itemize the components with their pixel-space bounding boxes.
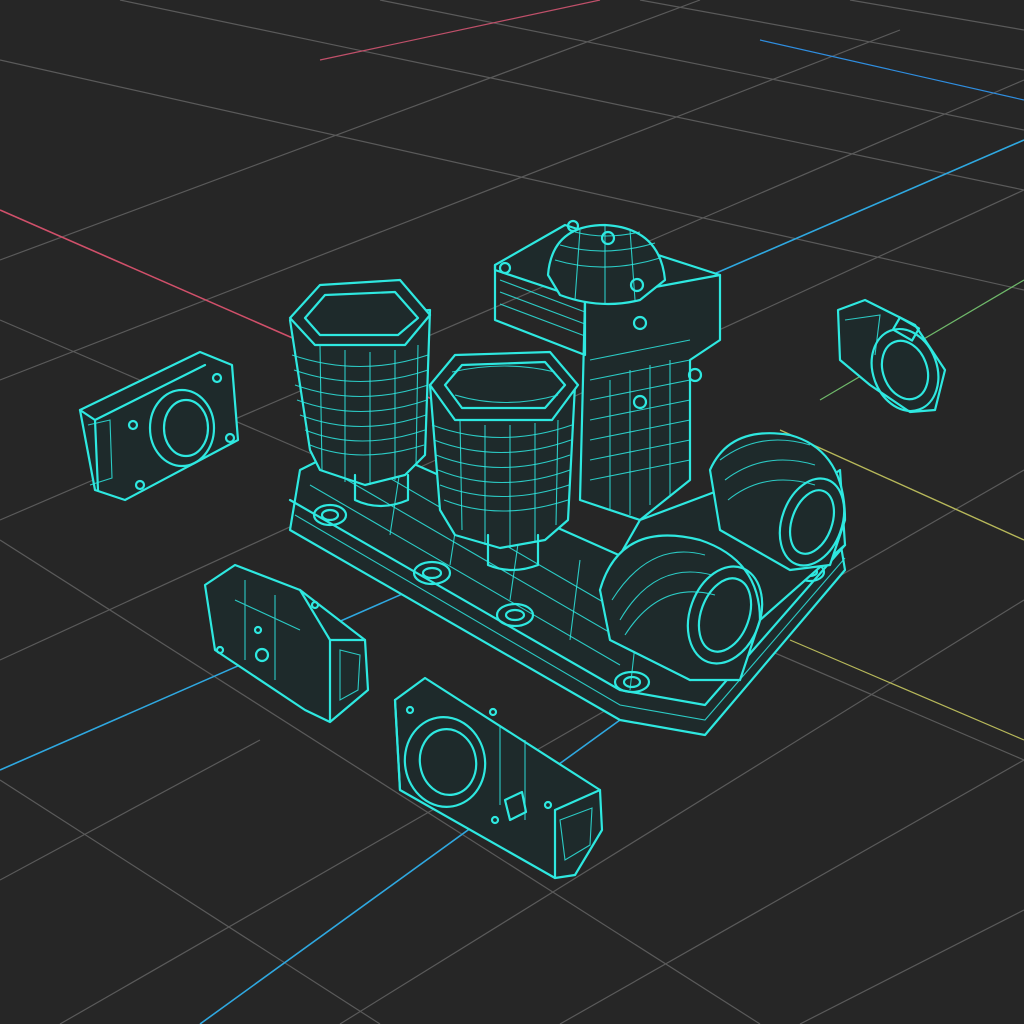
exploded-flange-right[interactable] [836,298,949,420]
axis-x-line-far [319,0,601,61]
exploded-cover-front-left[interactable] [203,563,370,724]
viewport-canvas[interactable] [0,0,1024,1024]
axis-z-line-front [789,639,1024,741]
exploded-cover-front[interactable] [393,676,604,880]
3d-viewport[interactable] [0,0,1024,1024]
exploded-flange-left[interactable] [78,350,240,502]
axis-y-line-back [699,139,1024,281]
axis-y-line-top [759,39,1024,101]
pump-dome[interactable] [546,223,667,306]
